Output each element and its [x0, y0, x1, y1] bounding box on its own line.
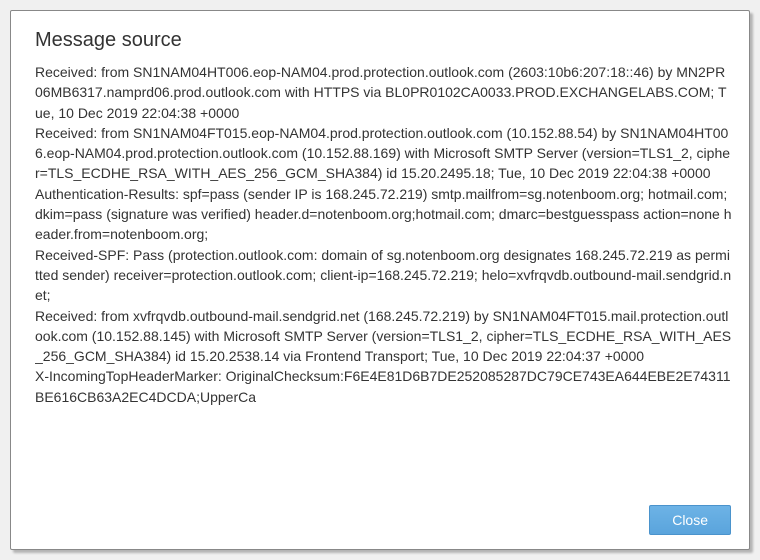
- dialog-title: Message source: [11, 11, 749, 58]
- message-source-dialog: Message source Received: from SN1NAM04HT…: [10, 10, 750, 550]
- message-source-container: Received: from SN1NAM04HT006.eop-NAM04.p…: [11, 58, 749, 493]
- message-source-text[interactable]: Received: from SN1NAM04HT006.eop-NAM04.p…: [35, 62, 739, 493]
- close-button[interactable]: Close: [649, 505, 731, 535]
- dialog-footer: Close: [11, 493, 749, 549]
